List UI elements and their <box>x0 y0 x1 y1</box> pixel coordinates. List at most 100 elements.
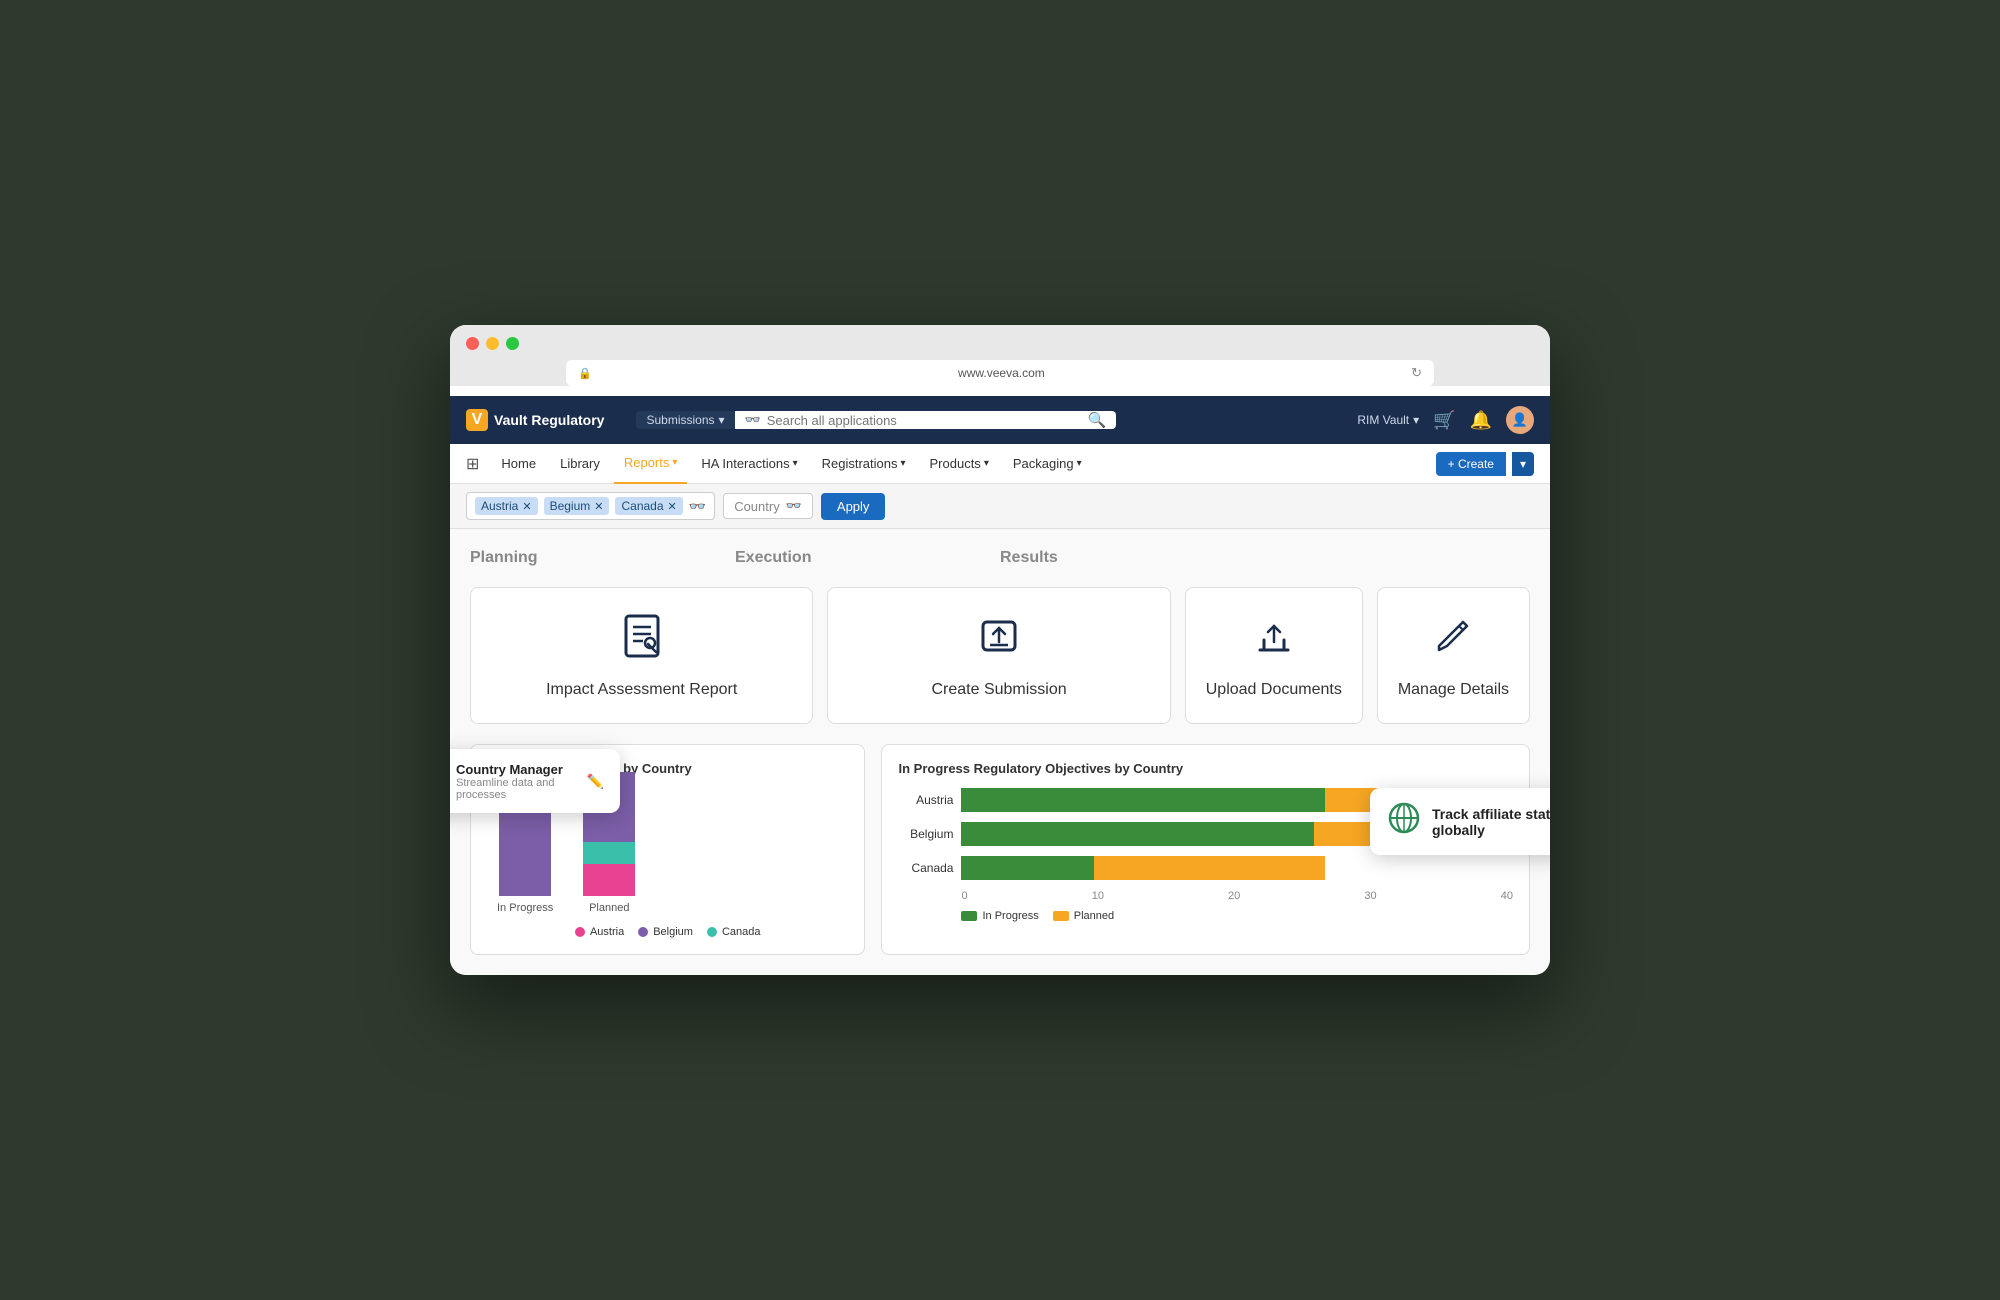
bell-icon[interactable]: 🔔 <box>1470 410 1492 431</box>
nav-ha-label: HA Interactions <box>701 456 789 471</box>
manage-details-icon <box>1429 612 1477 669</box>
search-input[interactable] <box>767 413 1082 428</box>
dropdown-chevron-icon: ▾ <box>719 413 725 427</box>
bar-group-inprogress: In Progress <box>497 806 553 914</box>
url-text: www.veeva.com <box>600 366 1403 380</box>
avatar[interactable]: 👤 <box>1506 406 1534 434</box>
nav-packaging-label: Packaging <box>1013 456 1074 471</box>
nav-item-ha[interactable]: HA Interactions ▾ <box>691 444 807 484</box>
section-planning-header: Planning <box>470 549 735 577</box>
rim-vault-chevron-icon: ▾ <box>1413 413 1419 427</box>
legend-planned: Planned <box>1053 910 1114 922</box>
country-filter[interactable]: Country 👓 <box>723 493 813 519</box>
dot-yellow[interactable] <box>486 337 499 350</box>
card-upload-documents[interactable]: Upload Documents <box>1185 587 1363 724</box>
hbar-austria-inprogress <box>961 788 1325 812</box>
country-binoculars-icon: 👓 <box>786 498 802 514</box>
section-results-header: Results <box>1000 549 1530 577</box>
legend-inprogress-dot <box>961 911 977 921</box>
search-area: Submissions ▾ 👓 🔍 <box>636 411 1116 429</box>
nav-reports-text: Reports <box>624 455 670 470</box>
search-input-wrap: 👓 🔍 <box>735 411 1117 429</box>
nav-item-products[interactable]: Products ▾ <box>920 444 999 484</box>
lock-icon: 🔒 <box>578 367 592 380</box>
legend-canada-dot <box>707 927 717 937</box>
hbar-belgium-label: Belgium <box>898 827 953 841</box>
nav-home-label: Home <box>501 456 536 471</box>
logo-area: V Vault Regulatory <box>466 409 604 431</box>
nav-item-reports[interactable]: Planning Reports ▾ <box>614 444 688 484</box>
legend-belgium: Belgium <box>638 926 693 938</box>
address-bar: 🔒 www.veeva.com ↻ <box>566 360 1434 386</box>
filter-canada-remove[interactable]: ✕ <box>668 500 677 513</box>
legend-austria-dot <box>575 927 585 937</box>
edit-icon[interactable]: ✏️ <box>587 773 604 790</box>
create-button[interactable]: + Create <box>1436 452 1506 476</box>
card-create-submission[interactable]: Create Submission <box>827 587 1170 724</box>
card-impact-assessment[interactable]: Impact Assessment Report <box>470 587 813 724</box>
legend-inprogress: In Progress <box>961 910 1038 922</box>
bar-planned-austria <box>583 864 635 896</box>
nav-item-library[interactable]: Library <box>550 444 610 484</box>
filter-tag-canada: Canada ✕ <box>615 497 682 515</box>
filter-austria-remove[interactable]: ✕ <box>522 500 531 513</box>
filter-belgium-remove[interactable]: ✕ <box>594 500 603 513</box>
axis-10: 10 <box>1092 890 1104 902</box>
track-globe-icon <box>1386 800 1422 843</box>
bar-planned-label: Planned <box>589 902 629 914</box>
country-filter-label: Country <box>734 499 780 514</box>
results-label: Results <box>1000 549 1530 567</box>
card-manage-details[interactable]: Manage Details <box>1377 587 1530 724</box>
nav-products-label: Products <box>930 456 981 471</box>
cart-icon[interactable]: 🛒 <box>1433 410 1455 431</box>
search-icon[interactable]: 🔍 <box>1088 411 1107 429</box>
hbar-belgium-inprogress <box>961 822 1314 846</box>
nav-reg-label: Registrations <box>822 456 898 471</box>
dot-green[interactable] <box>506 337 519 350</box>
section-execution-header: Execution <box>735 549 1000 577</box>
browser-dots <box>466 337 1534 350</box>
hbar-austria-label: Austria <box>898 793 953 807</box>
binoculars-icon: 👓 <box>745 412 761 428</box>
reports-chevron-icon: ▾ <box>672 457 677 468</box>
impact-assessment-icon <box>618 612 666 669</box>
create-submission-icon <box>975 612 1023 669</box>
grid-icon[interactable]: ⊞ <box>466 454 479 474</box>
app-header: V Vault Regulatory Submissions ▾ 👓 🔍 RIM… <box>450 396 1550 444</box>
dot-red[interactable] <box>466 337 479 350</box>
search-dropdown-label: Submissions <box>646 413 714 427</box>
products-chevron-icon: ▾ <box>984 458 989 469</box>
apply-label: Apply <box>837 499 870 514</box>
legend-austria-label: Austria <box>590 926 624 938</box>
rim-vault-button[interactable]: RIM Vault ▾ <box>1357 413 1419 427</box>
track-text: Track affiliate status globally <box>1432 806 1550 838</box>
search-dropdown[interactable]: Submissions ▾ <box>636 411 734 429</box>
refresh-icon[interactable]: ↻ <box>1411 365 1422 381</box>
rim-vault-label: RIM Vault <box>1357 413 1409 427</box>
apply-button[interactable]: Apply <box>821 493 886 520</box>
vault-logo: V <box>466 409 488 431</box>
create-dropdown-button[interactable]: ▾ <box>1512 452 1534 476</box>
impact-assessment-label: Impact Assessment Report <box>546 681 737 699</box>
nav-right: + Create ▾ <box>1436 452 1534 476</box>
nav-item-home[interactable]: Home <box>491 444 546 484</box>
filter-tags-area: Austria ✕ Begium ✕ Canada ✕ 👓 <box>466 492 715 520</box>
filter-austria-label: Austria <box>481 499 518 513</box>
legend-canada-label: Canada <box>722 926 761 938</box>
tag-binoculars-icon[interactable]: 👓 <box>689 498 706 515</box>
nav-item-registrations[interactable]: Registrations ▾ <box>812 444 916 484</box>
nav-item-packaging[interactable]: Packaging ▾ <box>1003 444 1092 484</box>
axis-40: 40 <box>1501 890 1513 902</box>
cards-row: Impact Assessment Report Create Submissi… <box>470 587 1530 724</box>
country-manager-text: Country Manager Streamline data and proc… <box>456 762 577 801</box>
main-content: Planning Execution Results <box>450 529 1550 975</box>
create-label: + Create <box>1448 457 1494 471</box>
planning-label: Planning <box>470 549 735 567</box>
manage-details-label: Manage Details <box>1398 681 1509 699</box>
logo-text: Vault Regulatory <box>494 412 604 428</box>
country-manager-title: Country Manager <box>456 762 577 777</box>
country-manager-subtitle: Streamline data and processes <box>456 777 577 801</box>
axis-20: 20 <box>1228 890 1240 902</box>
upload-documents-icon <box>1250 612 1298 669</box>
legend-inprogress-label: In Progress <box>982 910 1038 922</box>
